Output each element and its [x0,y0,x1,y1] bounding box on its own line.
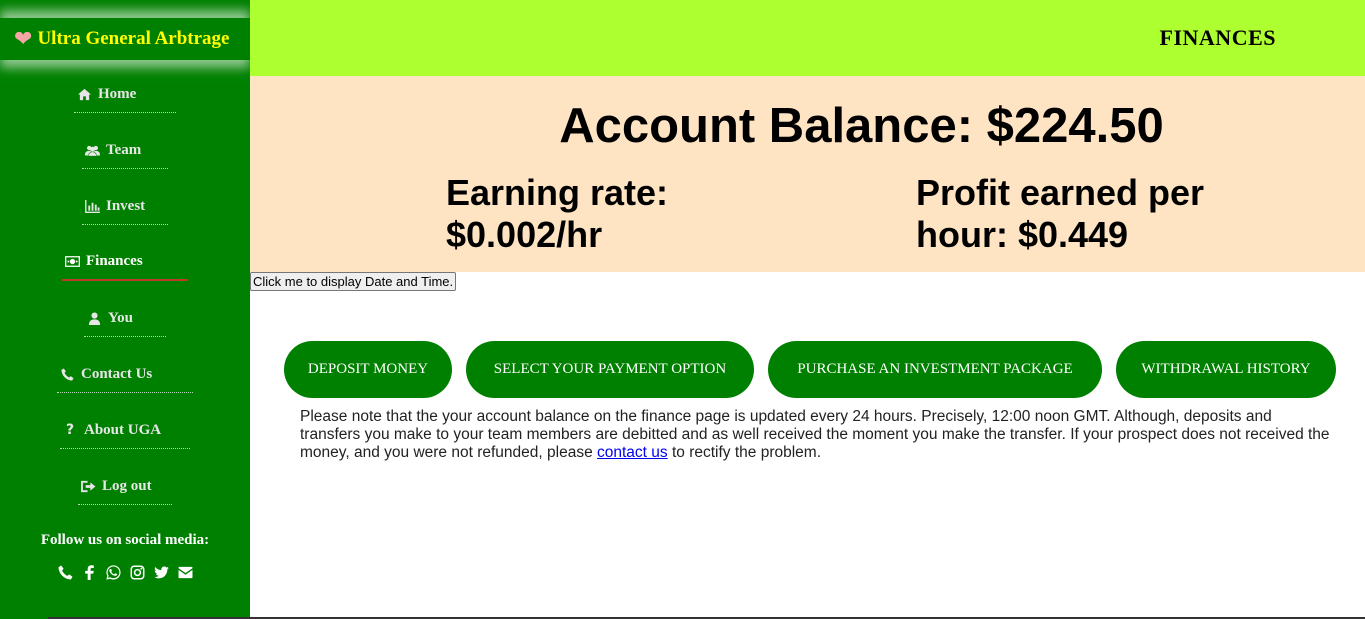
home-icon [76,88,92,101]
phone-icon[interactable] [57,564,73,581]
sidebar-item-team: Team [0,132,250,188]
earning-rate-value: $0.002/hr [446,214,603,255]
envelope-icon[interactable] [177,564,193,581]
twitter-icon[interactable] [153,564,169,581]
nav-link-team[interactable]: Team [82,132,168,169]
nav-label-you: You [108,309,134,326]
nav-link-you[interactable]: You [84,300,166,337]
heart-icon: ❤ [14,26,33,52]
user-icon [86,311,102,325]
earning-rate: Earning rate: $0.002/hr [446,172,746,256]
brand[interactable]: ❤ Ultra General Arbtrage [0,18,250,60]
money-icon [64,255,80,268]
profit-per-hour: Profit earned per hour: $0.449 [916,172,1236,256]
profit-per-hour-value: hour: $0.449 [916,214,1129,255]
withdrawal-history-button[interactable]: WITHDRAWAL HISTORY [1116,341,1336,398]
purchase-investment-package-button[interactable]: PURCHASE AN INVESTMENT PACKAGE [768,341,1102,398]
contact-us-link[interactable]: contact us [597,444,668,461]
social-title: Follow us on social media: [40,532,210,548]
phone-icon [59,367,75,381]
nav-label-home: Home [98,85,137,102]
nav-link-contact[interactable]: Contact Us [57,356,193,393]
whatsapp-icon[interactable] [105,564,121,581]
sidebar-item-about: ? About UGA [0,412,250,468]
nav-label-team: Team [106,141,142,158]
select-payment-option-button[interactable]: SELECT YOUR PAYMENT OPTION [466,341,754,398]
page-title: FINANCES [1159,25,1276,50]
question-icon: ? [65,422,75,438]
instagram-icon[interactable] [129,564,145,581]
sidebar: ❤ Ultra General Arbtrage Home Team Inves… [0,0,250,619]
nav-label-logout: Log out [102,477,152,494]
nav-link-finances[interactable]: Finances [62,244,188,281]
nav-link-home[interactable]: Home [74,76,176,113]
facebook-icon[interactable] [81,564,97,581]
sidebar-item-finances: Finances [0,244,250,300]
brand-name: Ultra General Arbtrage [37,28,230,49]
sign-out-icon [80,480,96,493]
social-icons [0,564,250,581]
sidebar-nav: Home Team Invest Finances You Contact Us… [0,76,250,524]
note-text-end: to rectify the problem. [667,444,821,461]
sidebar-item-home: Home [0,76,250,132]
deposit-money-button[interactable]: DEPOSIT MONEY [284,341,452,398]
profit-per-hour-label: Profit earned per [916,172,1205,213]
sidebar-item-logout: Log out [0,468,250,524]
finance-note: Please note that the your account balanc… [300,408,1330,462]
nav-link-about[interactable]: ? About UGA [60,412,190,449]
nav-label-invest: Invest [106,197,146,214]
sidebar-item-you: You [0,300,250,356]
bar-chart-icon [84,199,100,213]
account-balance: Account Balance: $224.50 [559,99,1164,153]
nav-label-finances: Finances [86,253,143,269]
nav-label-contact: Contact Us [81,365,153,382]
display-datetime-button[interactable]: Click me to display Date and Time. [250,272,457,291]
nav-link-invest[interactable]: Invest [82,188,168,225]
earning-rate-label: Earning rate: [446,172,669,213]
sidebar-item-invest: Invest [0,188,250,244]
nav-link-logout[interactable]: Log out [78,468,172,505]
users-icon [84,144,100,157]
balance-panel: Account Balance: $224.50 Earning rate: $… [250,76,1365,272]
page-header: FINANCES [250,0,1365,76]
sidebar-item-contact: Contact Us [0,356,250,412]
nav-label-about: About UGA [84,421,162,438]
